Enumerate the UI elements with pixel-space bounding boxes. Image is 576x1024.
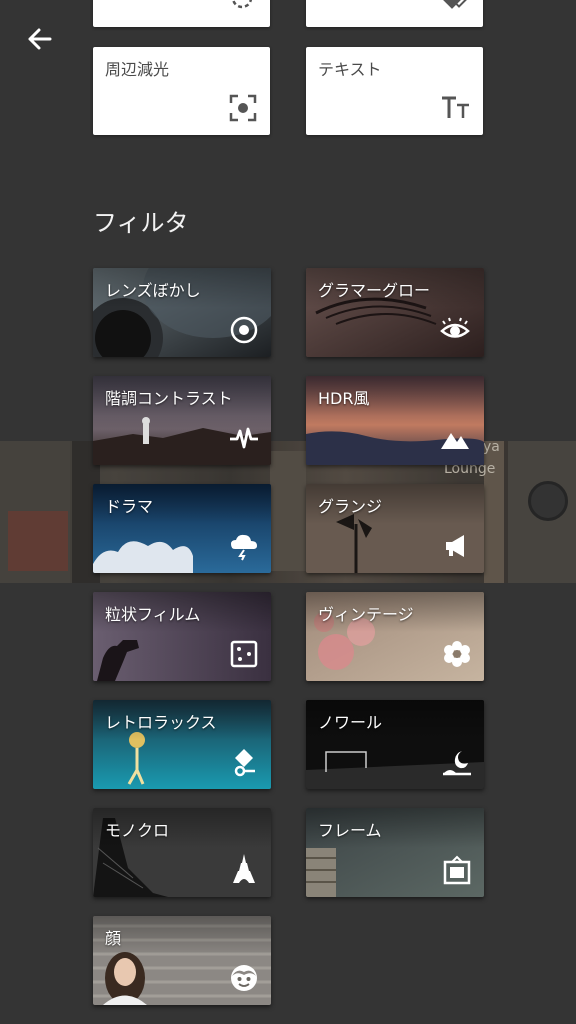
moon-horizon-icon [443,751,471,776]
retrolux-icon [234,749,255,777]
frame-icon [443,855,471,885]
eiffel-tower-icon [233,854,255,883]
tool-card-partial-left[interactable] [93,0,270,27]
filter-drama[interactable]: ドラマ [93,484,271,573]
filter-hdr-label: HDR風 [318,389,370,408]
tool-text-label: テキスト [318,60,382,79]
tool-vignette-label: 周辺減光 [105,60,170,79]
filter-vintage[interactable]: ヴィンテージ [306,592,484,681]
storm-cloud-icon [231,534,257,561]
filter-black-white-label: モノクロ [105,821,170,840]
megaphone-icon [446,535,464,557]
filter-face[interactable]: 顔 [93,916,271,1005]
face-icon [231,965,257,991]
filter-retrolux-label: レトロラックス [105,713,217,732]
filter-noir-label: ノワール [318,713,383,732]
filter-grunge-label: グランジ [318,497,383,516]
filter-noir[interactable]: ノワール [306,700,484,789]
strip-text-ya: ya [483,441,500,455]
filter-vintage-label: ヴィンテージ [318,605,414,624]
filter-glamour-glow[interactable]: グラマーグロー [306,268,484,357]
filter-tonal-contrast-label: 階調コントラスト [105,389,233,408]
filter-lens-blur[interactable]: レンズぼかし [93,268,271,357]
filter-retrolux[interactable]: レトロラックス [93,700,271,789]
filter-tonal-contrast[interactable]: 階調コントラスト [93,376,271,465]
filter-glamour-glow-label: グラマーグロー [318,281,431,300]
lens-blur-icon [230,316,258,344]
filter-grunge[interactable]: グランジ [306,484,484,573]
dice-grain-icon [230,640,258,668]
filter-lens-blur-label: レンズぼかし [105,281,201,300]
filter-frames-label: フレーム [318,821,382,840]
filter-grainy-film[interactable]: 粒状フィルム [93,592,271,681]
pulse-icon [230,427,258,449]
filter-hdr[interactable]: HDR風 [306,376,484,465]
filter-black-white[interactable]: モノクロ [93,808,271,897]
filter-face-label: 顔 [105,929,122,948]
filter-drama-label: ドラマ [105,497,154,516]
tool-vignette[interactable]: 周辺減光 [93,47,270,135]
eye-icon [440,317,470,338]
back-arrow-icon [28,28,52,50]
tool-card-partial-right[interactable] [306,0,483,27]
back-button[interactable] [22,24,56,54]
vignette-focus-icon [229,94,257,122]
circle-dashed-icon [231,0,253,9]
text-tt-icon [442,96,469,118]
background-photo-strip: ya Lounge [0,441,576,583]
filter-frames[interactable]: フレーム [306,808,484,897]
section-title-filters: フィルタ [93,209,189,237]
mountains-icon [441,433,469,449]
healing-icon [442,0,469,9]
filter-grainy-film-label: 粒状フィルム [105,605,201,624]
tool-text[interactable]: テキスト [306,47,483,135]
flower-icon [444,641,470,667]
